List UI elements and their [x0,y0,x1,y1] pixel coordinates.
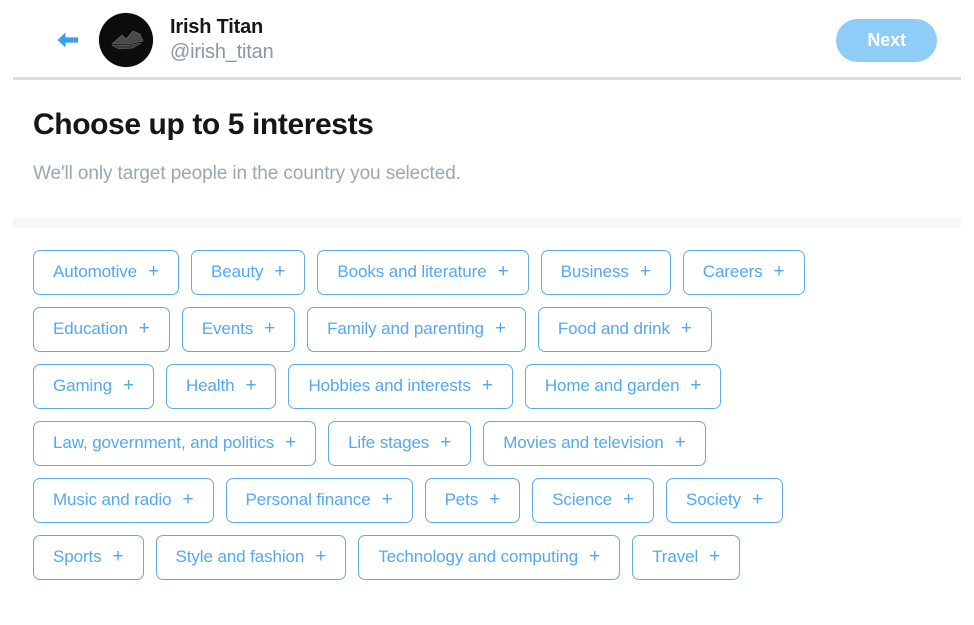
interest-chip-careers[interactable]: Careers + [682,249,805,295]
plus-icon: + [122,375,134,396]
header-divider [13,77,961,80]
plus-icon: + [639,261,651,282]
arrow-left-icon [53,28,83,52]
plus-icon: + [264,318,276,339]
page-title: Choose up to 5 interests [33,108,374,141]
plus-icon: + [315,546,327,567]
interest-chip-label: Gaming [53,375,112,395]
plus-icon: + [245,375,257,396]
interest-chip-label: Events [201,318,254,338]
interest-chip-label: Style and fashion [175,546,305,566]
next-button[interactable]: Next [836,18,937,62]
plus-icon: + [489,489,501,510]
interest-chip-label: Personal finance [245,489,371,509]
interest-chip-label: Home and garden [544,375,680,395]
interest-chip-law-government-and-politics[interactable]: Law, government, and politics + [33,420,317,466]
interest-chip-label: Sports [53,546,102,566]
interest-chip-label: Careers [702,261,763,281]
interest-chip-list: Automotive + Beauty + Books and literature + B… [0,228,974,580]
interest-chip-label: Health [185,375,235,395]
interest-chip-label: Business [560,261,629,281]
plus-icon: + [709,546,721,567]
plus-icon: + [680,318,692,339]
account-name: Irish Titan [170,16,264,39]
interest-chip-label: Movies and television [503,432,664,452]
avatar[interactable] [99,13,153,67]
interest-chip-label: Automotive [53,261,138,281]
interest-chip-family-and-parenting[interactable]: Family and parenting + [307,306,526,352]
plus-icon: + [112,546,124,567]
section-divider [13,217,961,228]
interest-chip-label: Books and literature [337,261,487,281]
page-subtitle: We'll only target people in the country … [33,162,461,184]
interest-chip-label: Science [552,489,612,509]
interest-chip-label: Travel [652,546,699,566]
interest-chip-label: Music and radio [53,489,172,509]
plus-icon: + [773,261,785,282]
interest-chip-health[interactable]: Health + [165,363,277,409]
interest-chip-row: Sports + Style and fashion + Technology and … [33,534,961,580]
plus-icon: + [274,261,286,282]
interest-chip-travel[interactable]: Travel + [632,534,741,580]
interest-chip-label: Beauty [211,261,264,281]
interest-chip-society[interactable]: Society + [665,477,784,523]
interest-chip-books-and-literature[interactable]: Books and literature + [317,249,529,295]
interest-chip-gaming[interactable]: Gaming + [33,363,154,409]
interest-chip-row: Automotive + Beauty + Books and literature + B… [33,249,961,295]
interest-chip-events[interactable]: Events + [181,306,296,352]
interest-chip-row: Gaming + Health + Hobbies and interests + Home… [33,363,961,409]
interest-chip-label: Law, government, and politics [53,432,275,452]
plus-icon: + [589,546,601,567]
interest-chip-label: Hobbies and interests [308,375,471,395]
plus-icon: + [138,318,150,339]
interest-chip-education[interactable]: Education + [33,306,170,352]
interest-chip-food-and-drink[interactable]: Food and drink + [537,306,712,352]
interest-chip-life-stages[interactable]: Life stages + [328,420,472,466]
interest-chip-label: Society [685,489,742,509]
interest-chip-row: Law, government, and politics + Life stage… [33,420,961,466]
interest-chip-label: Food and drink [557,318,670,338]
account-handle: @irish_titan [170,40,274,63]
interest-chip-hobbies-and-interests[interactable]: Hobbies and interests + [288,363,513,409]
interest-chip-music-and-radio[interactable]: Music and radio + [33,477,214,523]
plus-icon: + [497,261,509,282]
interests-picker-page: Irish Titan @irish_titan Next Choose up … [0,0,974,625]
interest-chip-beauty[interactable]: Beauty + [191,249,306,295]
intro-block: Choose up to 5 interests We'll only targ… [0,80,974,185]
plus-icon: + [182,489,194,510]
interest-chip-label: Pets [444,489,479,509]
interest-chip-label: Education [53,318,128,338]
interest-chip-home-and-garden[interactable]: Home and garden + [524,363,722,409]
plus-icon: + [752,489,764,510]
interest-chip-pets[interactable]: Pets + [424,477,521,523]
interest-chip-sports[interactable]: Sports + [33,534,144,580]
plus-icon: + [440,432,452,453]
interest-chip-label: Family and parenting [327,318,484,338]
plus-icon: + [674,432,686,453]
interest-chip-personal-finance[interactable]: Personal finance + [225,477,413,523]
back-button[interactable] [45,17,91,63]
plus-icon: + [381,489,393,510]
plus-icon: + [494,318,506,339]
interest-chip-row: Education + Events + Family and parenting + Fo… [33,306,961,352]
plus-icon: + [690,375,702,396]
interest-chip-automotive[interactable]: Automotive + [33,249,180,295]
account-header: Irish Titan @irish_titan Next [0,0,974,80]
interest-chip-technology-and-computing[interactable]: Technology and computing + [358,534,621,580]
plus-icon: + [148,261,160,282]
interest-chip-science[interactable]: Science + [532,477,654,523]
interest-chip-movies-and-television[interactable]: Movies and television + [483,420,706,466]
interest-chip-style-and-fashion[interactable]: Style and fashion + [155,534,347,580]
interest-chip-label: Life stages [348,432,430,452]
interest-chip-label: Technology and computing [378,546,579,566]
interest-chip-business[interactable]: Business + [540,249,671,295]
plus-icon: + [285,432,297,453]
plus-icon: + [622,489,634,510]
account-identity: Irish Titan @irish_titan [170,16,836,63]
plus-icon: + [481,375,493,396]
interest-chip-row: Music and radio + Personal finance + Pets + Sc… [33,477,961,523]
